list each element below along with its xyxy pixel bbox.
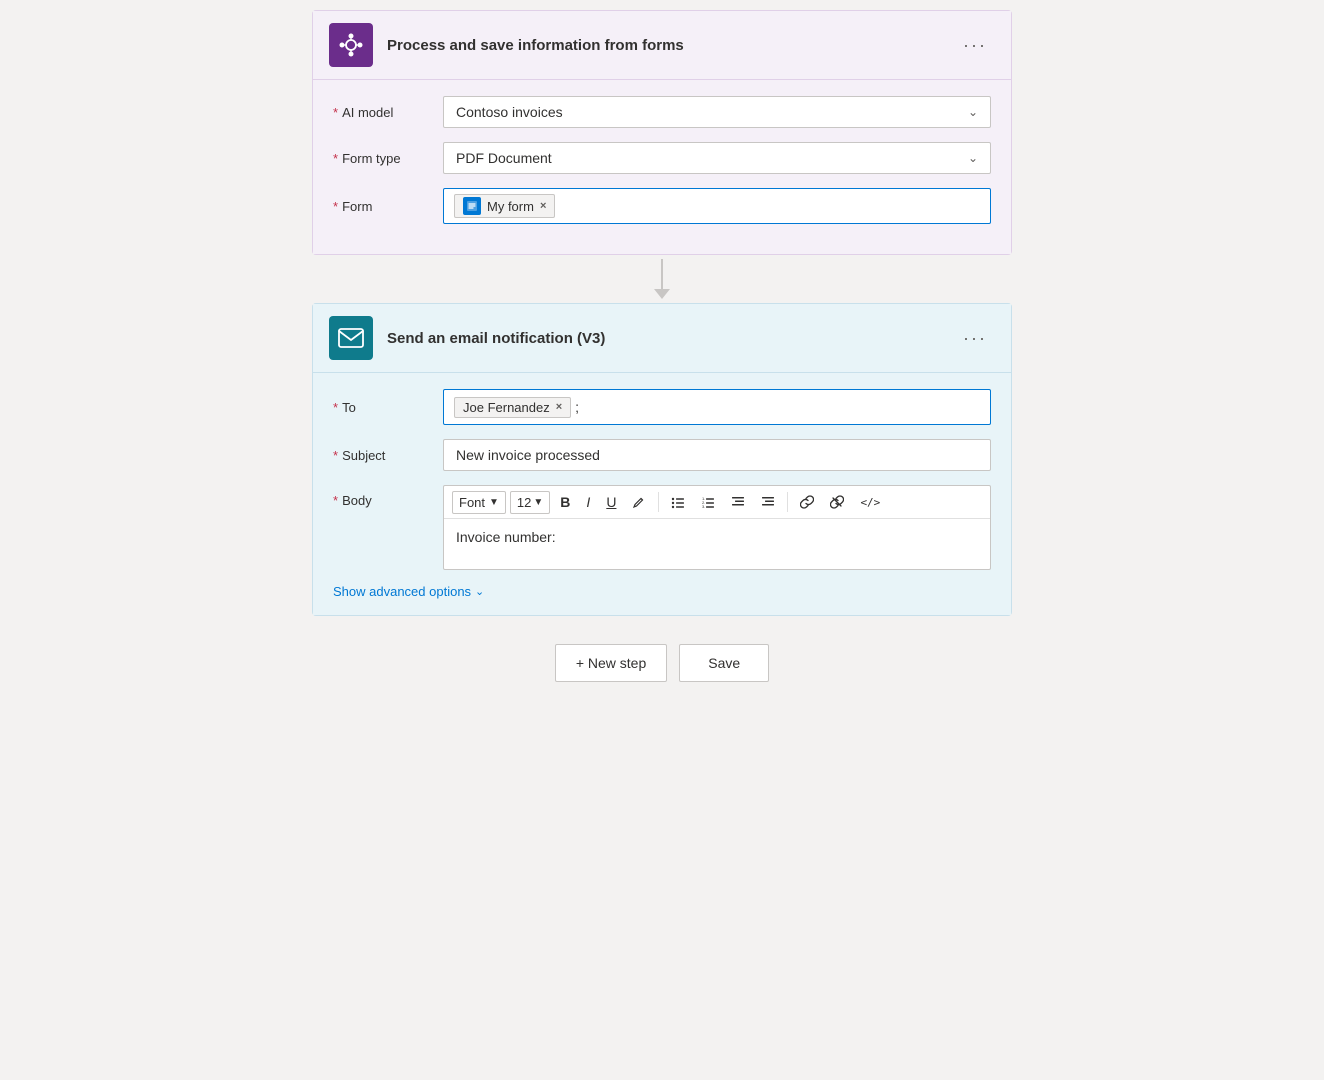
process-card-header: Process and save information from forms … (313, 11, 1011, 80)
ai-model-field: *AI model Contoso invoices ⌄ (333, 96, 991, 128)
save-button[interactable]: Save (679, 644, 769, 682)
form-type-control: PDF Document ⌄ (443, 142, 991, 174)
font-size-value: 12 (517, 495, 531, 510)
email-icon (329, 316, 373, 360)
ai-model-required: * (333, 105, 338, 120)
connector (654, 255, 670, 303)
unlink-button[interactable] (824, 491, 850, 513)
bottom-actions: + New step Save (555, 644, 769, 682)
form-type-field: *Form type PDF Document ⌄ (333, 142, 991, 174)
rte-content[interactable]: Invoice number: (444, 519, 990, 569)
email-card-title: Send an email notification (V3) (387, 330, 955, 347)
highlight-button[interactable] (626, 491, 652, 513)
rte-toolbar: Font ▼ 12 ▼ B I (444, 486, 990, 519)
form-type-label: *Form type (333, 151, 443, 166)
form-tag-value: My form (487, 199, 534, 214)
to-tag: Joe Fernandez × (454, 397, 571, 418)
ai-model-chevron-icon: ⌄ (968, 105, 978, 119)
html-button[interactable]: </> (854, 492, 886, 513)
subject-input[interactable] (443, 439, 991, 471)
form-type-value: PDF Document (456, 150, 552, 166)
connector-arrow-icon (654, 289, 670, 299)
process-card-body: *AI model Contoso invoices ⌄ *Form type … (313, 80, 1011, 254)
body-label: *Body (333, 485, 443, 508)
ai-model-value: Contoso invoices (456, 104, 563, 120)
to-label: *To (333, 400, 443, 415)
to-tag-close-icon[interactable]: × (556, 401, 562, 413)
ai-model-label: *AI model (333, 105, 443, 120)
ordered-list-button[interactable]: 1. 2. 3. (695, 491, 721, 513)
subject-label: *Subject (333, 448, 443, 463)
to-field: *To Joe Fernandez × ; (333, 389, 991, 425)
rich-text-editor: Font ▼ 12 ▼ B I (443, 485, 991, 570)
connector-line (661, 259, 663, 289)
subject-field: *Subject (333, 439, 991, 471)
font-size-chevron-icon: ▼ (533, 497, 543, 508)
indent-decrease-button[interactable] (725, 491, 751, 513)
rte-separator-2 (787, 492, 788, 512)
to-semicolon: ; (575, 399, 579, 415)
process-icon (329, 23, 373, 67)
font-size-select[interactable]: 12 ▼ (510, 491, 550, 514)
canvas: Process and save information from forms … (0, 0, 1324, 1080)
italic-button[interactable]: I (580, 490, 596, 514)
form-label: *Form (333, 199, 443, 214)
link-button[interactable] (794, 491, 820, 513)
ai-model-select[interactable]: Contoso invoices ⌄ (443, 96, 991, 128)
form-tag-input[interactable]: My form × (443, 188, 991, 224)
unordered-list-button[interactable] (665, 491, 691, 513)
email-card-body: *To Joe Fernandez × ; *Subject (313, 373, 1011, 615)
body-control: Font ▼ 12 ▼ B I (443, 485, 991, 570)
to-tag-input[interactable]: Joe Fernandez × ; (443, 389, 991, 425)
underline-button[interactable]: U (600, 490, 622, 514)
new-step-button[interactable]: + New step (555, 644, 667, 682)
font-select-label: Font (459, 495, 485, 510)
form-tag-icon (463, 197, 481, 215)
indent-increase-button[interactable] (755, 491, 781, 513)
subject-control (443, 439, 991, 471)
to-control: Joe Fernandez × ; (443, 389, 991, 425)
to-recipient-value: Joe Fernandez (463, 400, 550, 415)
email-card-menu[interactable]: ··· (955, 324, 995, 353)
bold-button[interactable]: B (554, 490, 576, 514)
show-advanced-label: Show advanced options (333, 584, 471, 599)
ai-model-control: Contoso invoices ⌄ (443, 96, 991, 128)
process-card-title: Process and save information from forms (387, 37, 955, 54)
form-tag: My form × (454, 194, 555, 218)
process-card-menu[interactable]: ··· (955, 31, 995, 60)
process-card: Process and save information from forms … (312, 10, 1012, 255)
form-type-chevron-icon: ⌄ (968, 151, 978, 165)
form-tag-close-icon[interactable]: × (540, 200, 546, 212)
body-text: Invoice number: (456, 529, 556, 545)
form-field: *Form My form × (333, 188, 991, 224)
show-advanced-options[interactable]: Show advanced options ⌄ (333, 584, 991, 599)
font-select[interactable]: Font ▼ (452, 491, 506, 514)
email-card-header: Send an email notification (V3) ··· (313, 304, 1011, 373)
rte-separator-1 (658, 492, 659, 512)
form-control: My form × (443, 188, 991, 224)
svg-text:3.: 3. (702, 504, 705, 509)
font-chevron-icon: ▼ (489, 497, 499, 508)
form-type-select[interactable]: PDF Document ⌄ (443, 142, 991, 174)
email-card: Send an email notification (V3) ··· *To … (312, 303, 1012, 616)
body-field: *Body Font ▼ 12 ▼ (333, 485, 991, 570)
show-advanced-chevron-icon: ⌄ (475, 585, 484, 598)
